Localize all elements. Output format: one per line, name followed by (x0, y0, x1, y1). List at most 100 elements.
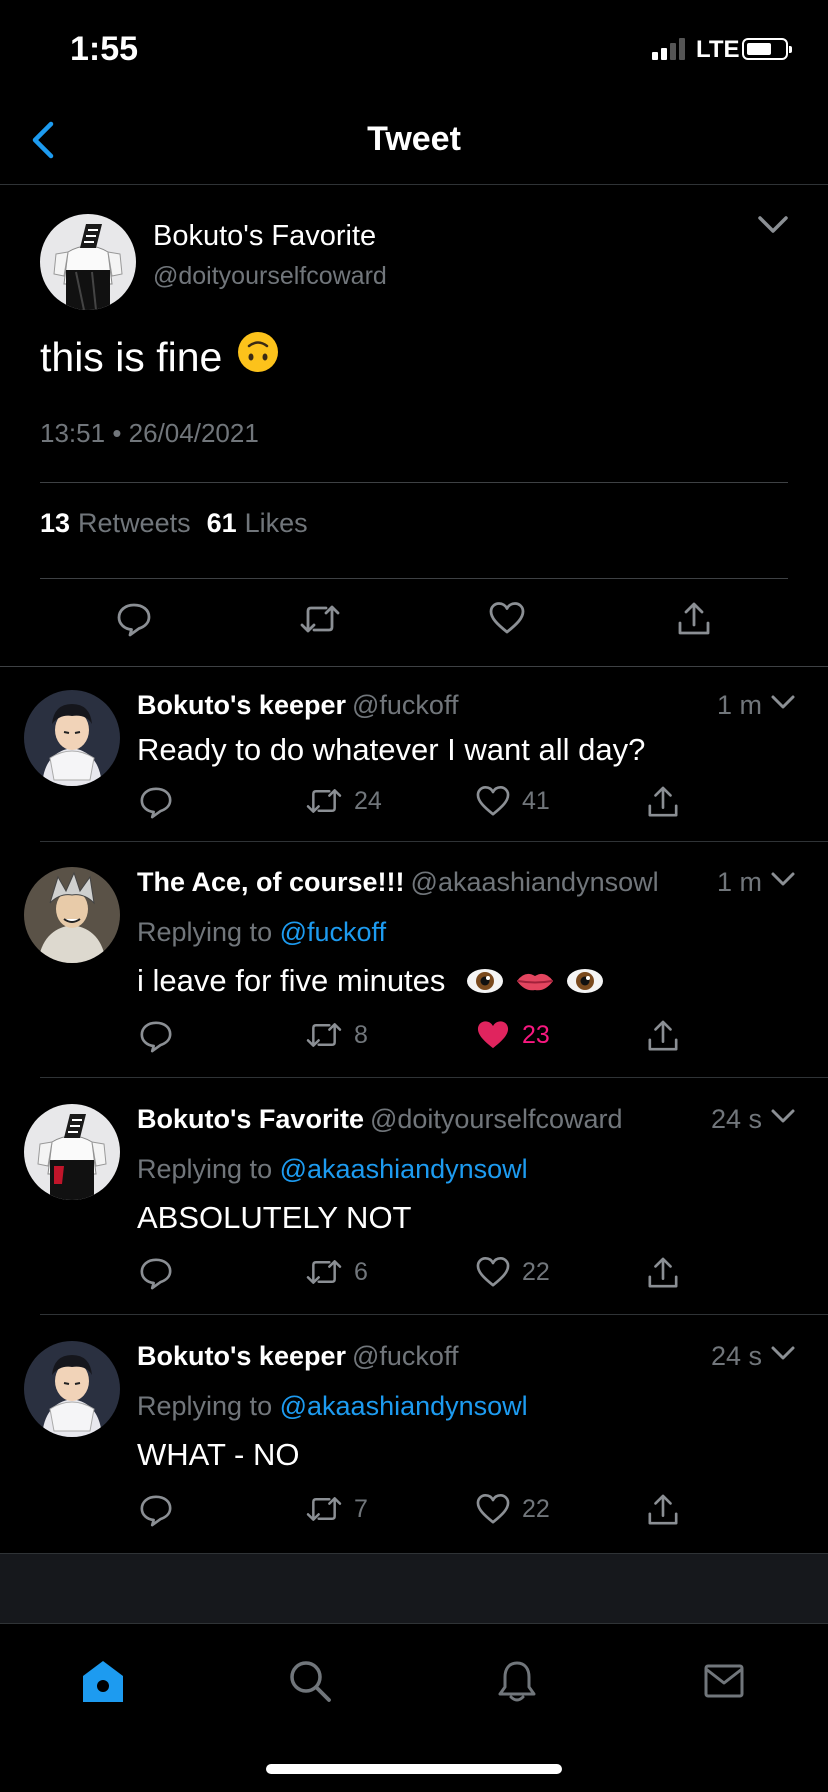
replying-to-link[interactable]: @akaashiandynsowl (280, 1391, 528, 1421)
tweet-text: this is fine (40, 330, 280, 384)
retweet-button[interactable]: 7 (306, 1493, 368, 1525)
reply-text-body: i leave for five minutes (137, 963, 446, 998)
tab-messages[interactable] (694, 1651, 754, 1711)
tweet-actions (0, 601, 828, 651)
tab-home[interactable] (73, 1651, 133, 1711)
retweet-button[interactable]: 24 (306, 785, 382, 817)
home-indicator[interactable] (266, 1764, 562, 1774)
reply-author-name[interactable]: Bokuto's keeper (137, 690, 346, 720)
retweet-icon (306, 1497, 342, 1521)
eye-emoji (467, 969, 504, 993)
retweet-count: 6 (354, 1257, 368, 1286)
reply-author-handle[interactable]: @fuckoff (352, 1341, 458, 1371)
share-button[interactable] (647, 1256, 679, 1290)
avatar[interactable] (24, 690, 120, 786)
likes-stat[interactable]: 61 Likes (207, 508, 308, 539)
likes-count: 61 (206, 508, 237, 538)
retweet-button[interactable]: 8 (306, 1019, 368, 1051)
share-icon (678, 602, 710, 635)
reply-tweet[interactable]: Bokuto's Favorite @doityourselfcoward 24 … (0, 1104, 828, 1315)
replying-to-link[interactable]: @akaashiandynsowl (280, 1154, 528, 1184)
main-tweet: Bokuto's Favorite @doityourselfcoward th… (0, 186, 828, 667)
reply-author-handle[interactable]: @doityourselfcoward (370, 1104, 623, 1134)
share-button[interactable] (647, 1019, 679, 1053)
like-button[interactable]: 41 (476, 785, 550, 817)
reply-button[interactable] (139, 1256, 173, 1290)
tab-notifications[interactable] (487, 1651, 547, 1711)
avatar[interactable] (24, 1104, 120, 1200)
reply-button[interactable] (139, 1019, 173, 1053)
share-icon (648, 1257, 678, 1288)
reply-author-name[interactable]: Bokuto's keeper (137, 1341, 346, 1371)
heart-icon (489, 602, 525, 634)
like-count: 23 (522, 1020, 550, 1049)
status-time: 1:55 (70, 30, 139, 68)
reply-button[interactable] (116, 601, 152, 642)
avatar[interactable] (24, 867, 120, 963)
more-options-button[interactable] (770, 871, 796, 894)
chevron-down-icon (771, 1109, 795, 1123)
network-label: LTE (696, 36, 740, 63)
like-button[interactable]: 22 (476, 1493, 550, 1525)
share-button[interactable] (647, 1493, 679, 1527)
tweet-text-body: this is fine (40, 333, 223, 380)
replying-to: Replying to @akaashiandynsowl (137, 1391, 528, 1422)
share-button[interactable] (647, 785, 679, 819)
reply-header: Bokuto's keeper @fuckoff (137, 690, 458, 721)
tweet-date: 26/04/2021 (128, 418, 259, 448)
divider (40, 841, 828, 842)
author-name[interactable]: Bokuto's Favorite (153, 220, 376, 253)
reply-actions: 8 23 (0, 1019, 828, 1059)
like-button[interactable] (489, 601, 525, 640)
like-button[interactable]: 22 (476, 1256, 550, 1288)
reply-tweet[interactable]: Bokuto's keeper @fuckoff 1 m Ready to do … (0, 690, 828, 842)
retweet-button[interactable]: 6 (306, 1256, 368, 1288)
chevron-down-icon (758, 216, 788, 233)
chevron-down-icon (771, 1346, 795, 1360)
tweet-timestamp: 13:51 • 26/04/2021 (40, 418, 259, 449)
like-count: 22 (522, 1257, 550, 1286)
chevron-down-icon (771, 695, 795, 709)
tab-search[interactable] (280, 1651, 340, 1711)
retweet-button[interactable] (300, 601, 340, 642)
avatar[interactable] (24, 1341, 120, 1437)
timestamp-separator: • (112, 418, 122, 448)
reply-actions: 24 41 (0, 785, 828, 825)
avatar[interactable] (40, 214, 136, 310)
reply-tweet[interactable]: The Ace, of course!!! @akaashiandynsowl 1… (0, 867, 828, 1078)
eye-emoji (567, 969, 604, 993)
heart-icon (476, 1494, 510, 1524)
reply-author-name[interactable]: Bokuto's Favorite (137, 1104, 364, 1134)
retweet-icon (300, 605, 340, 633)
likes-label: Likes (244, 508, 308, 538)
reply-button[interactable] (139, 785, 173, 819)
battery-icon (742, 38, 792, 60)
more-options-button[interactable] (756, 214, 790, 241)
tweet-time: 13:51 (40, 418, 106, 448)
reply-author-handle[interactable]: @akaashiandynsowl (411, 867, 659, 897)
bell-icon (498, 1661, 536, 1702)
author-handle[interactable]: @doityourselfcoward (153, 262, 387, 291)
more-options-button[interactable] (770, 1345, 796, 1368)
reply-time: 1 m (716, 867, 762, 897)
reply-button[interactable] (139, 1493, 173, 1527)
like-button[interactable]: 23 (476, 1019, 550, 1051)
reply-author-name[interactable]: The Ace, of course!!! (137, 867, 405, 897)
reply-author-handle[interactable]: @fuckoff (352, 690, 458, 720)
reply-header: Bokuto's Favorite @doityourselfcoward (137, 1104, 623, 1135)
retweet-count: 24 (354, 786, 382, 815)
retweets-stat[interactable]: 13 Retweets (40, 508, 191, 539)
more-options-button[interactable] (770, 1108, 796, 1131)
heart-icon (476, 1257, 510, 1287)
replying-to-link[interactable]: @fuckoff (280, 917, 386, 947)
reply-text-body: ABSOLUTELY NOT (137, 1200, 412, 1235)
home-icon (83, 1661, 123, 1702)
more-options-button[interactable] (770, 694, 796, 717)
reply-tweet[interactable]: Bokuto's keeper @fuckoff 24 s Replying to… (0, 1341, 828, 1553)
share-button[interactable] (677, 601, 711, 642)
status-bar: 1:55 LTE (0, 0, 828, 100)
retweet-icon (306, 789, 342, 813)
reply-time: 24 s (710, 1341, 762, 1371)
reply-text: i leave for five minutes 👁️ 👄 👁️ (137, 963, 605, 999)
divider (40, 578, 788, 579)
